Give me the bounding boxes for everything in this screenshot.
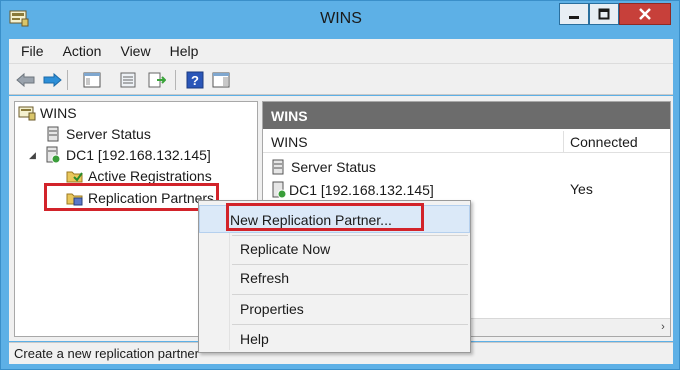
minimize-button[interactable] <box>559 3 589 25</box>
menu-item-help[interactable]: Help <box>199 325 470 353</box>
tree-item-label: Active Registrations <box>88 168 212 184</box>
help-button[interactable]: ? <box>185 70 205 90</box>
action-pane-icon <box>212 72 230 88</box>
result-pane-header: WINS <box>263 102 670 129</box>
server-icon <box>44 146 62 164</box>
tree-item-server-status[interactable]: Server Status <box>44 124 151 144</box>
forward-button[interactable] <box>42 70 62 90</box>
server-status-icon <box>271 159 287 175</box>
toolbar-separator <box>67 70 68 90</box>
collapse-arrow-icon[interactable]: ◢ <box>29 150 36 161</box>
menu-bar: File Action View Help <box>9 39 673 63</box>
menu-help[interactable]: Help <box>158 43 206 59</box>
menu-file[interactable]: File <box>9 43 51 59</box>
export-list-icon <box>148 72 166 88</box>
list-header: WINS Connected <box>263 131 670 153</box>
action-pane-button[interactable] <box>211 70 231 90</box>
forward-arrow-icon <box>43 72 62 88</box>
wins-window: WINS File Action View Help ? WINS Server… <box>0 0 680 370</box>
menu-item-replicate-now[interactable]: Replicate Now <box>199 235 470 263</box>
tree-item-label: WINS <box>40 105 77 121</box>
menu-item-label: Refresh <box>240 270 290 286</box>
export-list-button[interactable] <box>147 70 167 90</box>
properties-icon <box>120 72 136 88</box>
tree-item-label: DC1 [192.168.132.145] <box>66 147 211 163</box>
tree-item-server[interactable]: DC1 [192.168.132.145] <box>44 145 211 165</box>
show-hide-tree-icon <box>83 72 101 88</box>
server-status-icon <box>44 126 62 142</box>
title-bar: WINS <box>1 1 680 37</box>
list-item-connected: Yes <box>570 181 593 197</box>
status-text: Create a new replication partner <box>14 346 199 361</box>
svg-text:?: ? <box>191 73 199 88</box>
menu-action[interactable]: Action <box>51 43 109 59</box>
column-header-wins[interactable]: WINS <box>271 134 308 150</box>
list-item[interactable]: DC1 [192.168.132.145] Yes <box>263 178 670 200</box>
close-icon <box>639 8 651 20</box>
server-icon <box>271 181 287 199</box>
menu-item-label: Help <box>240 331 269 347</box>
menu-item-label: Properties <box>240 301 304 317</box>
menu-item-refresh[interactable]: Refresh <box>199 264 470 292</box>
list-item-name: DC1 [192.168.132.145] <box>289 182 434 198</box>
menu-view[interactable]: View <box>108 43 157 59</box>
highlight-box <box>226 203 424 231</box>
tree-item-label: Server Status <box>66 126 151 142</box>
list-item-name: Server Status <box>291 159 376 175</box>
help-icon: ? <box>186 71 204 89</box>
column-header-connected[interactable]: Connected <box>570 134 638 150</box>
list-item[interactable]: Server Status <box>263 156 670 178</box>
tree-item-wins[interactable]: WINS <box>18 103 77 123</box>
toolbar: ? <box>9 63 673 95</box>
close-button[interactable] <box>619 3 671 25</box>
scroll-right-icon[interactable]: › <box>656 320 670 334</box>
highlight-box <box>44 183 219 211</box>
menu-item-properties[interactable]: Properties <box>199 295 470 323</box>
back-button[interactable] <box>16 70 36 90</box>
show-hide-tree-button[interactable] <box>82 70 102 90</box>
maximize-icon <box>598 8 610 20</box>
back-arrow-icon <box>16 72 35 88</box>
folder-icon <box>66 168 84 184</box>
toolbar-separator <box>175 70 176 90</box>
menu-item-label: Replicate Now <box>240 241 331 257</box>
maximize-button[interactable] <box>589 3 619 25</box>
column-divider[interactable] <box>563 131 564 153</box>
minimize-icon <box>569 16 579 19</box>
properties-button[interactable] <box>118 70 138 90</box>
wins-console-icon <box>18 105 36 121</box>
